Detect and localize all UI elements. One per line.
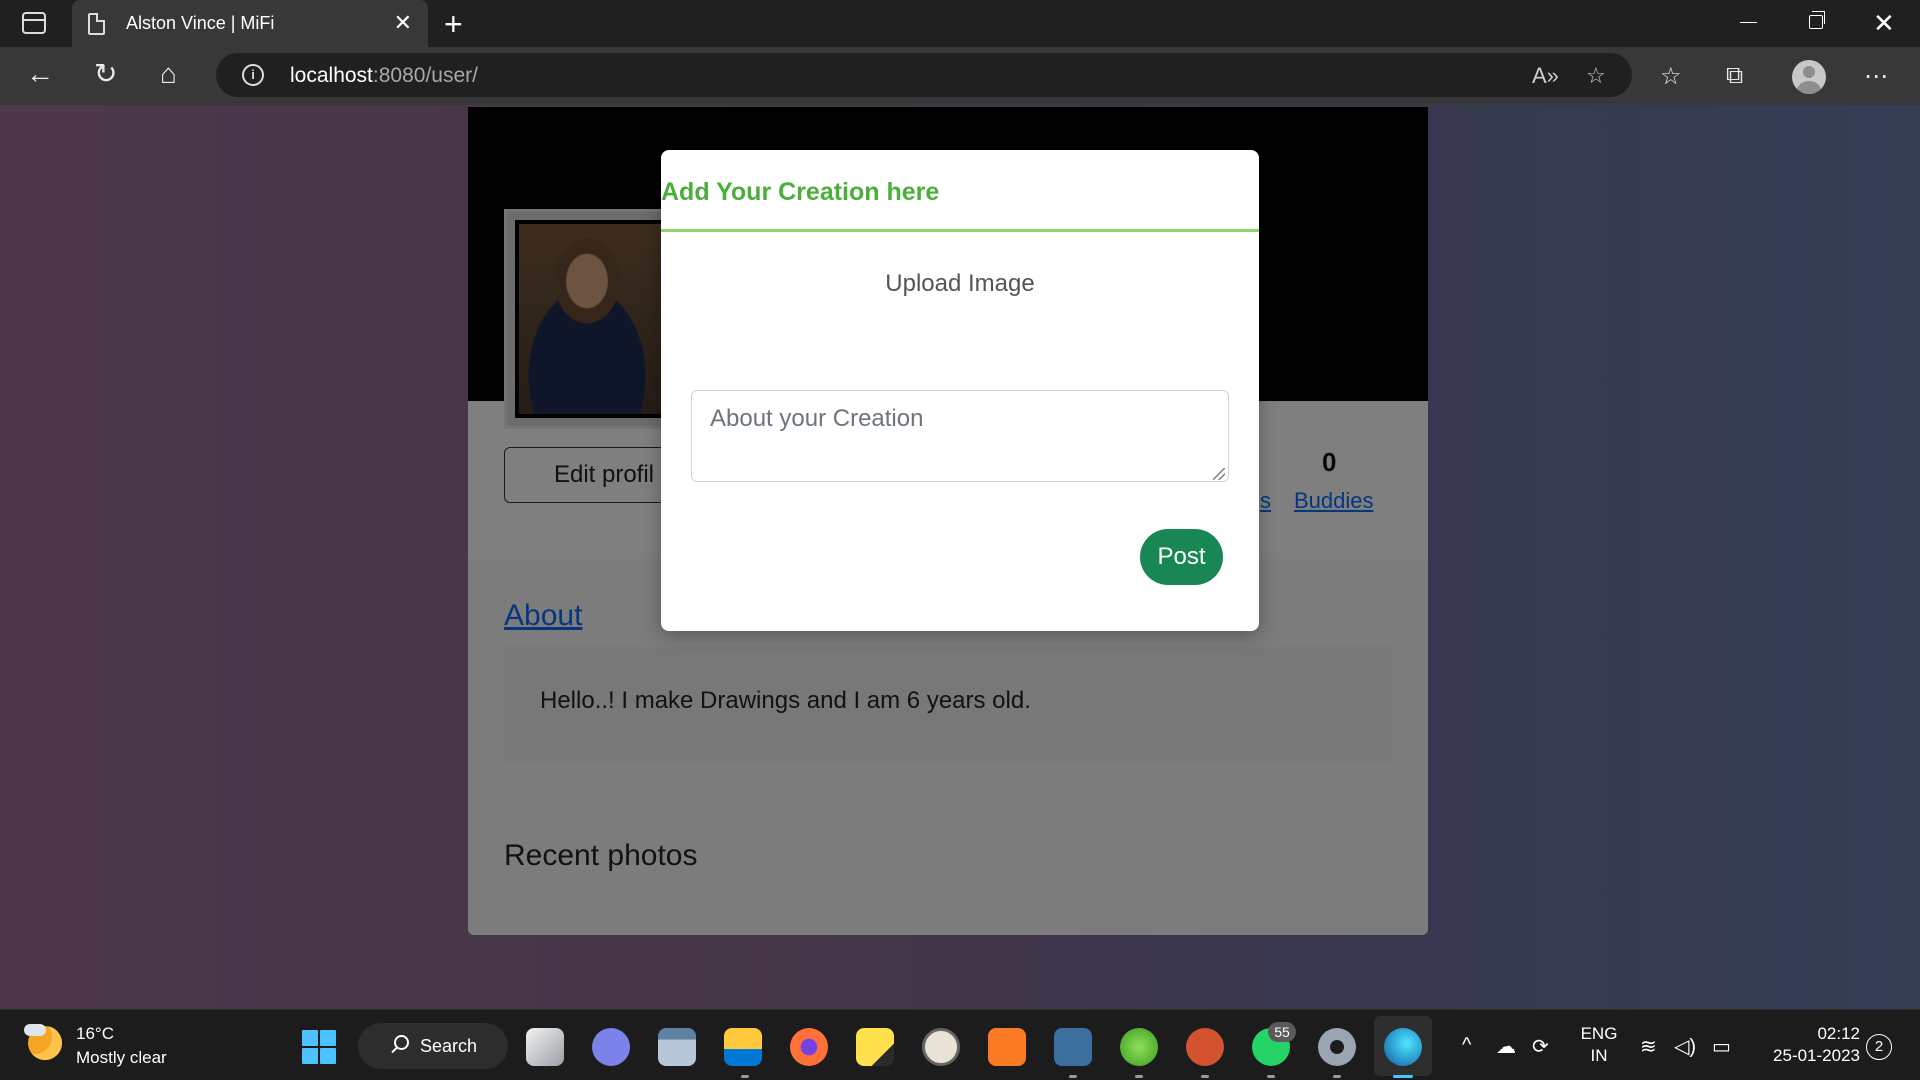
battery-icon[interactable]: ▭: [1712, 1034, 1731, 1059]
add-creation-modal: Add Your Creation here Upload Image Post: [661, 150, 1259, 631]
read-aloud-icon[interactable]: A»: [1532, 63, 1559, 89]
upload-image-button[interactable]: Upload Image: [661, 270, 1259, 298]
powerpoint-icon[interactable]: [1186, 1028, 1224, 1066]
search-label: Search: [420, 1036, 478, 1056]
home-icon[interactable]: ⌂: [160, 59, 177, 89]
file-explorer-icon[interactable]: [724, 1028, 762, 1066]
page-icon: [88, 13, 105, 35]
new-tab-icon[interactable]: +: [444, 6, 463, 43]
address-bar[interactable]: i localhost:8080/user/ A» ☆: [216, 53, 1632, 97]
running-indicator: [741, 1075, 749, 1078]
sticky-notes-icon[interactable]: [856, 1028, 894, 1066]
volume-icon[interactable]: ◁): [1674, 1034, 1696, 1059]
search-icon: [394, 1035, 409, 1050]
browser-nav-bar: ← ↻ ⌂ i localhost:8080/user/ A» ☆: [0, 47, 1920, 105]
running-indicator: [1333, 1075, 1341, 1078]
windows-taskbar: 16°C Mostly clear Search 55 ^ ☁ ⟳ ENG IN…: [0, 1009, 1920, 1080]
close-tab-icon[interactable]: ✕: [394, 10, 412, 36]
firefox-icon[interactable]: [790, 1028, 828, 1066]
clock-time[interactable]: 02:12: [1750, 1024, 1860, 1044]
post-button[interactable]: Post: [1140, 529, 1223, 585]
creation-description-input[interactable]: [691, 390, 1229, 482]
xampp-icon[interactable]: [988, 1028, 1026, 1066]
back-icon[interactable]: ←: [26, 59, 54, 89]
sync-icon[interactable]: ⟳: [1532, 1034, 1549, 1059]
favorites-icon[interactable]: ☆: [1660, 62, 1682, 91]
restore-icon[interactable]: [1809, 11, 1825, 29]
onedrive-icon[interactable]: ☁: [1496, 1034, 1516, 1059]
page-viewport: Edit profil 0 s Buddies About Hello..! I…: [0, 105, 1920, 1009]
calculator-icon[interactable]: [658, 1028, 696, 1066]
profile-avatar-icon[interactable]: [1792, 60, 1826, 94]
notification-badge[interactable]: 2: [1866, 1034, 1892, 1060]
running-indicator: [1069, 1075, 1077, 1078]
modal-divider: [661, 229, 1259, 232]
edge-icon[interactable]: [1384, 1028, 1422, 1066]
language-indicator[interactable]: ENG: [1578, 1024, 1620, 1044]
compass-icon[interactable]: [922, 1028, 960, 1066]
browser-tab[interactable]: Alston Vince | MiFi ✕: [72, 0, 428, 47]
textarea-resize-icon[interactable]: [1213, 468, 1225, 480]
active-indicator: [1393, 1075, 1413, 1078]
refresh-icon[interactable]: ↻: [94, 59, 117, 89]
task-view-icon[interactable]: [526, 1028, 564, 1066]
running-indicator: [1201, 1075, 1209, 1078]
site-info-icon[interactable]: i: [242, 64, 264, 86]
running-indicator: [1135, 1075, 1143, 1078]
url-text[interactable]: localhost:8080/user/: [290, 64, 478, 88]
taskbar-search[interactable]: Search: [358, 1023, 508, 1069]
tab-title: Alston Vince | MiFi: [126, 13, 275, 33]
mysql-workbench-icon[interactable]: [1054, 1028, 1092, 1066]
wifi-icon[interactable]: ≋: [1640, 1034, 1657, 1059]
running-indicator: [1267, 1075, 1275, 1078]
minimize-icon[interactable]: [1740, 22, 1757, 23]
settings-icon[interactable]: [1318, 1028, 1356, 1066]
tab-actions-icon[interactable]: [22, 12, 46, 34]
more-options-icon[interactable]: ⋯: [1864, 62, 1888, 91]
window-close-icon[interactable]: ✕: [1873, 8, 1895, 39]
modal-title: Add Your Creation here: [661, 178, 940, 206]
weather-temperature[interactable]: 16°C: [76, 1024, 114, 1044]
add-favorite-icon[interactable]: ☆: [1586, 63, 1606, 89]
show-hidden-icons-icon[interactable]: ^: [1462, 1034, 1471, 1057]
clock-date[interactable]: 25-01-2023: [1750, 1046, 1860, 1066]
weather-description[interactable]: Mostly clear: [76, 1048, 167, 1068]
start-icon[interactable]: [302, 1030, 336, 1064]
browser-tab-bar: Alston Vince | MiFi ✕ + ✕: [0, 0, 1920, 47]
collections-icon[interactable]: ⧉: [1726, 62, 1743, 90]
language-region[interactable]: IN: [1578, 1046, 1620, 1066]
weather-cloud-icon: [24, 1024, 46, 1036]
whatsapp-badge: 55: [1268, 1022, 1296, 1042]
spring-tool-suite-icon[interactable]: [1120, 1028, 1158, 1066]
teams-chat-icon[interactable]: [592, 1028, 630, 1066]
